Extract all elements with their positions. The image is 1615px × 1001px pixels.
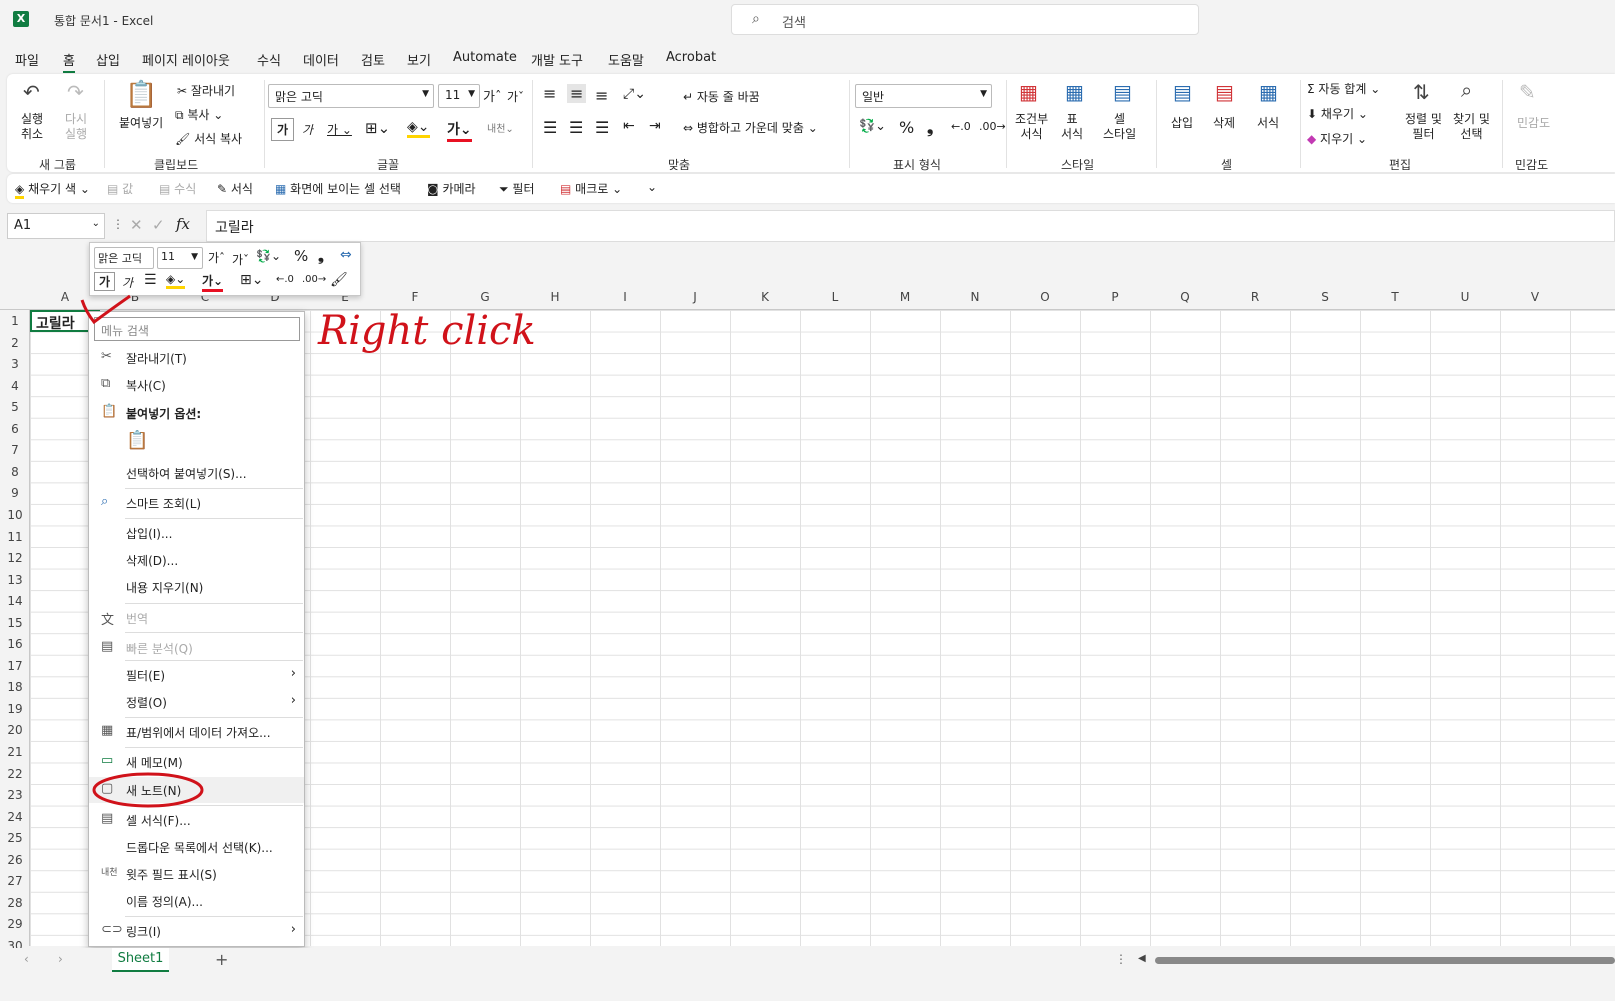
annotation-text: Right click <box>318 308 536 354</box>
circle-annotation <box>92 772 204 808</box>
checkmark-annotation <box>80 294 131 325</box>
annotation-layer <box>80 294 204 808</box>
